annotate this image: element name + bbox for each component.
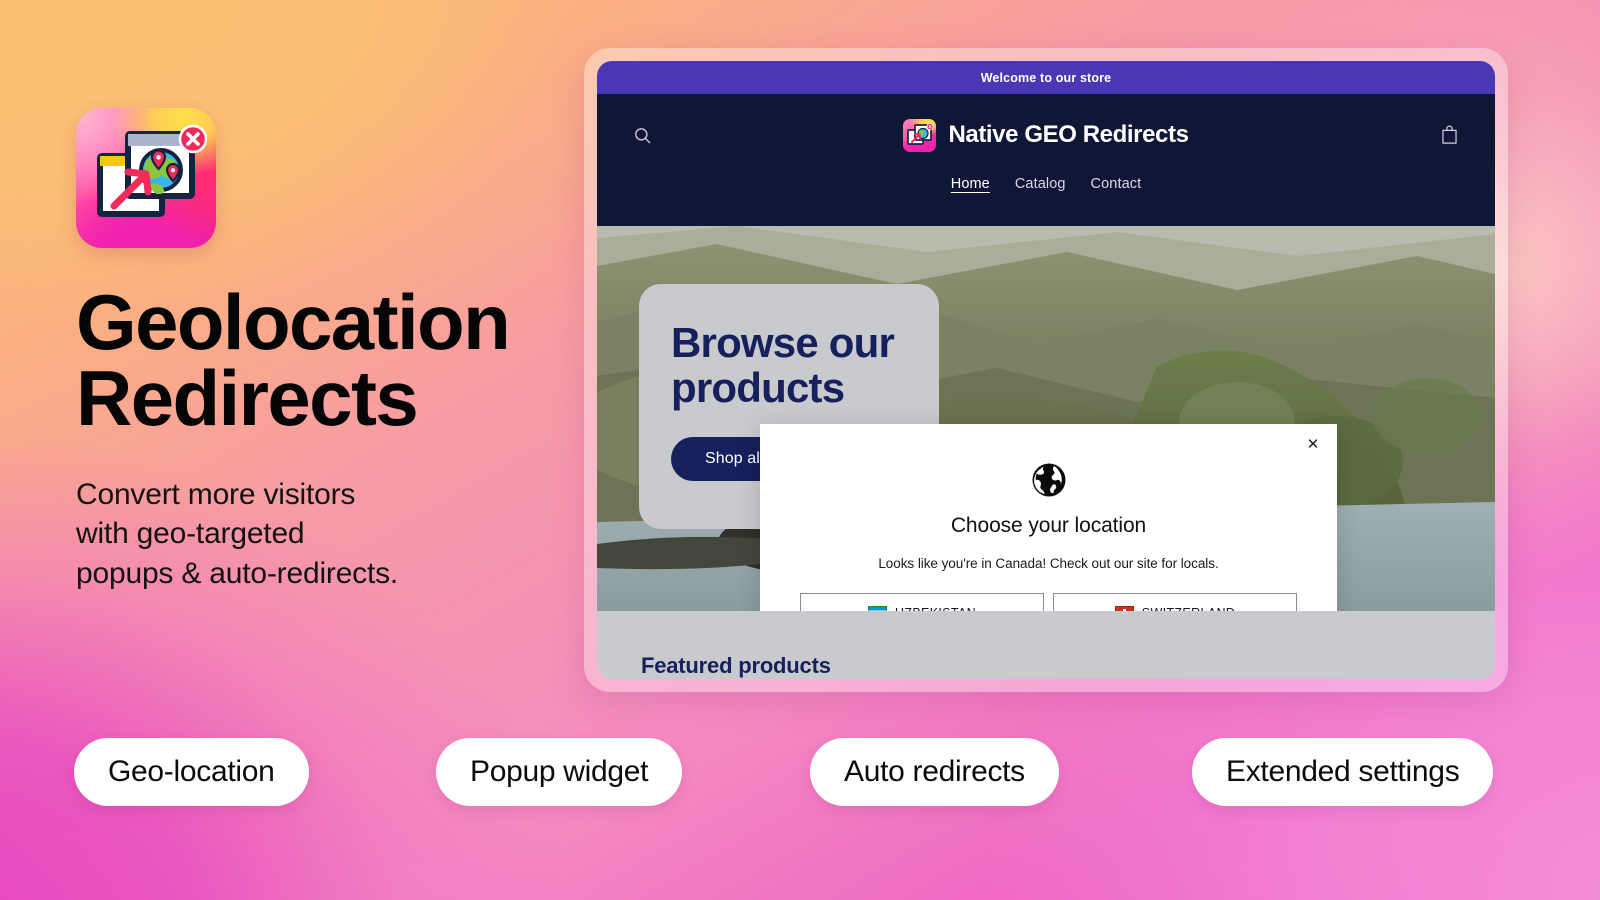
- store-header-row: Native GEO Redirects: [627, 94, 1465, 176]
- feature-pill-popup-widget: Popup widget: [436, 738, 683, 806]
- announcement-bar: Welcome to our store: [597, 61, 1495, 94]
- country-button-switzerland[interactable]: SWITZERLAND: [1053, 593, 1297, 611]
- hero-title: Browse our products: [671, 320, 907, 411]
- globe-icon-svg: [1032, 463, 1065, 497]
- storefront-screen: Welcome to our store Native GEO Redirect…: [597, 61, 1495, 679]
- feature-pill-extended-settings: Extended settings: [1192, 738, 1494, 806]
- nav-link-home[interactable]: Home: [951, 176, 990, 192]
- popup-body: Choose your location Looks like you're i…: [760, 424, 1337, 611]
- feature-pill-auto-redirects: Auto redirects: [810, 738, 1059, 806]
- hero-title-line-2: products: [671, 364, 845, 412]
- country-button-uzbekistan[interactable]: UZBEKISTAN: [800, 593, 1044, 611]
- hero-copy-column: Geolocation Redirects Convert more visit…: [76, 108, 596, 594]
- subhead-line-3: popups & auto-redirects.: [76, 557, 399, 591]
- geolocation-popup: ✕ Choose your location Looks like you're: [760, 424, 1337, 611]
- featured-products-section: Featured products: [597, 611, 1495, 679]
- promo-banner: Geolocation Redirects Convert more visit…: [0, 0, 1600, 900]
- subhead-line-1: Convert more visitors: [76, 477, 356, 511]
- close-icon[interactable]: ✕: [1302, 433, 1324, 455]
- switzerland-flag-icon: [1114, 606, 1134, 611]
- shopping-bag-icon[interactable]: [1435, 120, 1465, 150]
- globe-icon: [800, 460, 1297, 500]
- brand-logo-icon: [903, 118, 937, 152]
- brand-name: Native GEO Redirects: [948, 121, 1189, 148]
- headline-line-1: Geolocation: [76, 278, 511, 366]
- hero-title-line-1: Browse our: [671, 319, 895, 366]
- page-title: Geolocation Redirects: [76, 278, 596, 443]
- featured-products-title: Featured products: [641, 653, 831, 678]
- popup-subtitle: Looks like you're in Canada! Check out o…: [878, 556, 1219, 571]
- store-nav: Home Catalog Contact: [627, 176, 1465, 204]
- search-icon[interactable]: [627, 120, 657, 150]
- nav-link-contact[interactable]: Contact: [1091, 176, 1142, 192]
- uzbekistan-flag-icon: [867, 606, 887, 611]
- app-icon-artwork: [97, 124, 208, 217]
- page-subtitle: Convert more visitors with geo-targeted …: [76, 475, 596, 594]
- app-icon: [76, 108, 216, 248]
- feature-pill-row: Geo-location Popup widget Auto redirects…: [0, 738, 1600, 808]
- popup-title: Choose your location: [950, 514, 1147, 537]
- nav-link-catalog[interactable]: Catalog: [1015, 176, 1066, 192]
- browser-mockup-frame: Welcome to our store Native GEO Redirect…: [584, 48, 1508, 692]
- subhead-line-2: with geo-targeted: [76, 517, 305, 551]
- announcement-text: Welcome to our store: [980, 70, 1112, 85]
- country-label: UZBEKISTAN: [895, 606, 976, 612]
- store-header: Native GEO Redirects Home Catalog Contac…: [597, 94, 1495, 226]
- hero-section: Browse our products Shop all ✕ Choose yo…: [597, 226, 1495, 611]
- feature-pill-geo-location: Geo-location: [74, 738, 309, 806]
- country-label: SWITZERLAND: [1142, 606, 1235, 612]
- headline-line-2: Redirects: [76, 354, 419, 443]
- brand-block[interactable]: Native GEO Redirects: [903, 118, 1189, 152]
- country-grid: UZBEKISTAN SWITZERLAND CANADA: [800, 593, 1297, 611]
